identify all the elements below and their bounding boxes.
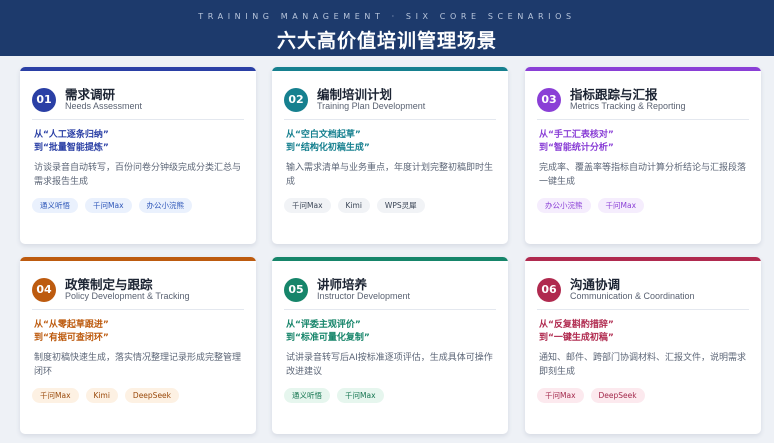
tool-tags: 通义听悟 千问Max 办公小浣熊 [32,198,193,213]
tool-tag: 千问Max [337,388,384,403]
scenario-card: 02 编制培训计划 Training Plan Development 从“空白… [272,67,508,244]
tool-tags: 办公小浣熊 千问Max [537,198,645,213]
card-subtitle: Instructor Development [317,291,411,301]
tool-tag: DeepSeek [590,388,645,403]
tool-tag: 办公小浣熊 [138,198,193,213]
transformation-from: 从“空白文档起草” [286,130,361,140]
card-number-badge: 04 [32,278,56,302]
transformation-to: 到“结构化初稿生成” [286,143,370,153]
card-subtitle: Needs Assessment [65,101,143,111]
scenario-card: 04 政策制定与跟踪 Policy Development & Tracking… [20,257,256,434]
card-number-badge: 05 [284,278,308,302]
card-divider [32,309,244,310]
card-description: 输入需求清单与业务重点，年度计划完整初稿即时生成 [286,163,494,187]
card-number-badge: 01 [32,88,56,112]
card-description: 完成率、覆盖率等指标自动计算分析结论与汇报段落一键生成 [539,163,747,187]
card-divider [537,119,749,120]
header-subtitle: TRAINING MANAGEMENT · SIX CORE SCENARIOS [198,12,576,21]
tool-tag: WPS灵犀 [376,198,425,213]
transformation-to: 到“标准可量化复制” [286,333,370,343]
card-accent-stripe [525,257,761,261]
tool-tag: 千问Max [597,198,645,213]
tool-tags: 千问Max Kimi DeepSeek [32,388,180,403]
card-subtitle: Training Plan Development [317,101,426,111]
tool-tag: 千问Max [85,198,132,213]
card-accent-stripe [525,67,761,71]
tool-tag: 千问Max [284,198,331,213]
tool-tag: Kimi [337,198,370,213]
transformation-to: 到“批量智能提炼” [34,143,109,153]
card-divider [32,119,244,120]
card-accent-stripe [272,257,508,261]
card-description: 通知、邮件、跨部门协调材料、汇报文件，说明需求即刻生成 [539,353,747,377]
header-banner: TRAINING MANAGEMENT · SIX CORE SCENARIOS… [0,0,774,56]
page-title: 六大高价值培训管理场景 [276,30,497,52]
transformation-from: 从“反复斟酌措辞” [539,320,614,330]
card-divider [284,119,496,120]
scenario-card: 03 指标跟踪与汇报 Metrics Tracking & Reporting … [525,67,761,244]
scenario-card: 01 需求调研 Needs Assessment 从“人工逐条归纳” 到“批量智… [20,67,256,244]
tool-tags: 千问Max DeepSeek [537,388,645,403]
tool-tag: 通义听悟 [32,198,78,213]
tool-tags: 千问Max Kimi WPS灵犀 [284,198,425,213]
card-description: 制度初稿快速生成，落实情况整理记录形成完整管理闭环 [34,353,242,377]
card-accent-stripe [20,67,256,71]
card-accent-stripe [272,67,508,71]
transformation-from: 从“从零起草跟进” [34,320,109,330]
card-description: 试讲录音转写后AI按标准逐项评估，生成具体可操作改进建议 [286,353,493,377]
transformation-to: 到“智能统计分析” [539,143,614,153]
card-number-badge: 03 [537,88,561,112]
transformation-from: 从“评委主观评价” [286,320,361,330]
card-number-badge: 06 [537,278,561,302]
card-subtitle: Communication & Coordination [570,291,695,301]
transformation-to: 到“有据可查闭环” [34,333,109,343]
tool-tag: 千问Max [32,388,79,403]
card-description: 访谈录音自动转写，百份问卷分钟级完成分类汇总与需求报告生成 [34,163,242,187]
card-number-badge: 02 [284,88,308,112]
transformation-from: 从“人工逐条归纳” [34,130,109,140]
card-subtitle: Metrics Tracking & Reporting [570,101,686,111]
transformation-to: 到“一键生成初稿” [539,333,614,343]
tool-tag: Kimi [85,388,118,403]
card-accent-stripe [20,257,256,261]
tool-tags: 通义听悟 千问Max [284,388,384,403]
card-subtitle: Policy Development & Tracking [65,291,190,301]
tool-tag: 通义听悟 [284,388,330,403]
scenario-card: 06 沟通协调 Communication & Coordination 从“反… [525,257,761,434]
scenario-card: 05 讲师培养 Instructor Development 从“评委主观评价”… [272,257,508,434]
tool-tag: DeepSeek [124,388,180,403]
card-divider [284,309,496,310]
tool-tag: 办公小浣熊 [537,198,591,213]
card-divider [537,309,749,310]
tool-tag: 千问Max [537,388,584,403]
transformation-from: 从“手工汇表核对” [539,130,614,140]
